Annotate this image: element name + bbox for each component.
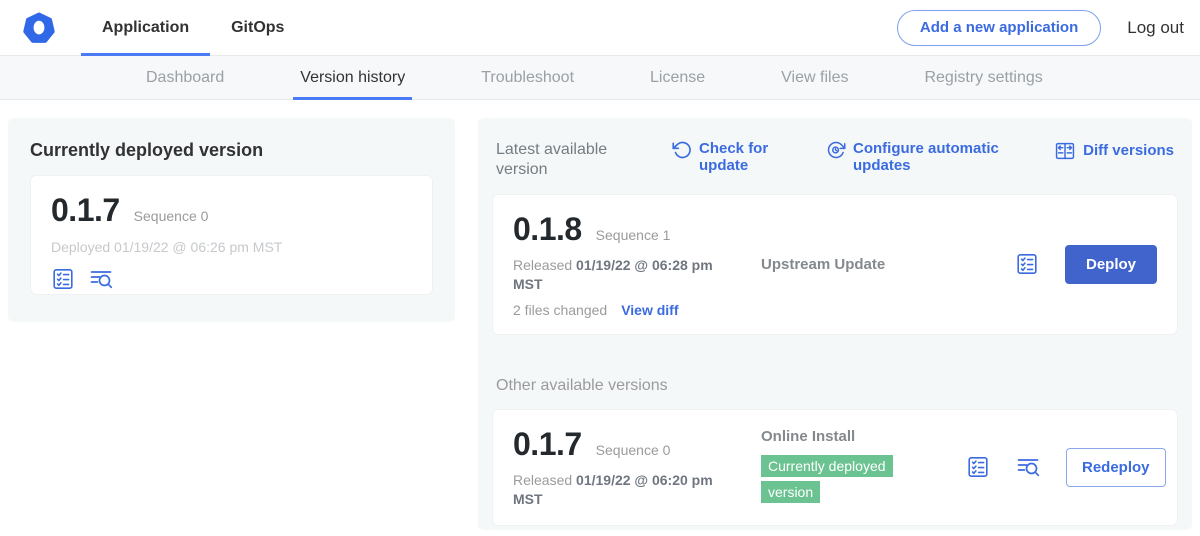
app-sub-nav: Dashboard Version history Troubleshoot L…	[0, 56, 1200, 100]
top-nav: Application GitOps Add a new application…	[0, 0, 1200, 56]
other-released-timestamp: Released 01/19/22 @ 06:20 pm MST	[513, 471, 718, 509]
diff-columns-icon	[1054, 140, 1076, 162]
currently-deployed-badge: Currently deployed version	[761, 455, 893, 503]
files-changed-label: 2 files changed	[513, 302, 607, 318]
subnav-view-files[interactable]: View files	[778, 56, 851, 99]
preflight-checklist-icon[interactable]	[51, 267, 75, 291]
deployed-timestamp: Deployed 01/19/22 @ 06:26 pm MST	[51, 239, 412, 255]
tab-application[interactable]: Application	[81, 0, 210, 55]
other-versions-heading: Other available versions	[492, 377, 1178, 395]
logout-link[interactable]: Log out	[1127, 18, 1184, 38]
subnav-registry-settings[interactable]: Registry settings	[921, 56, 1045, 99]
currently-deployed-title: Currently deployed version	[30, 140, 433, 161]
auto-update-clock-icon	[826, 140, 846, 160]
subnav-license[interactable]: License	[647, 56, 708, 99]
subnav-dashboard[interactable]: Dashboard	[143, 56, 227, 99]
redeploy-button[interactable]: Redeploy	[1066, 448, 1166, 487]
preflight-checklist-icon[interactable]	[1015, 252, 1039, 276]
deploy-button[interactable]: Deploy	[1065, 245, 1157, 284]
subnav-version-history[interactable]: Version history	[297, 56, 408, 99]
other-source-label: Online Install	[761, 428, 966, 445]
latest-available-title: Latest available version	[496, 140, 628, 180]
latest-sequence-label: Sequence 1	[596, 227, 671, 243]
available-versions-panel: Latest available version Check for updat…	[478, 118, 1192, 530]
other-version-number: 0.1.7	[513, 426, 582, 463]
top-tabs: Application GitOps	[81, 0, 305, 55]
configure-automatic-updates-link[interactable]: Configure automatic updates	[826, 140, 1022, 175]
other-version-card: 0.1.7 Sequence 0 Released 01/19/22 @ 06:…	[492, 409, 1178, 526]
other-sequence-label: Sequence 0	[596, 442, 671, 458]
currently-deployed-panel: Currently deployed version 0.1.7 Sequenc…	[8, 118, 455, 322]
subnav-troubleshoot[interactable]: Troubleshoot	[478, 56, 577, 99]
check-update-refresh-icon	[672, 140, 692, 160]
tab-gitops[interactable]: GitOps	[210, 0, 305, 55]
view-logs-icon[interactable]	[89, 267, 113, 291]
version-history-page: Currently deployed version 0.1.7 Sequenc…	[0, 100, 1200, 536]
check-for-update-link[interactable]: Check for update	[672, 140, 776, 175]
diff-versions-link[interactable]: Diff versions	[1054, 140, 1174, 162]
deployed-version-card: 0.1.7 Sequence 0 Deployed 01/19/22 @ 06:…	[30, 175, 433, 295]
latest-version-card: 0.1.8 Sequence 1 Released 01/19/22 @ 06:…	[492, 194, 1178, 335]
top-nav-right: Add a new application Log out	[897, 10, 1200, 46]
app-logo-icon	[22, 11, 56, 45]
latest-version-number: 0.1.8	[513, 211, 582, 248]
deployed-version-number: 0.1.7	[51, 192, 120, 229]
view-diff-link[interactable]: View diff	[621, 302, 678, 318]
add-application-button[interactable]: Add a new application	[897, 10, 1101, 46]
deployed-sequence-label: Sequence 0	[134, 208, 209, 224]
latest-released-timestamp: Released 01/19/22 @ 06:28 pm MST	[513, 256, 718, 294]
preflight-checklist-icon[interactable]	[966, 455, 990, 479]
latest-source-label: Upstream Update	[761, 256, 966, 273]
view-logs-icon[interactable]	[1016, 455, 1040, 479]
